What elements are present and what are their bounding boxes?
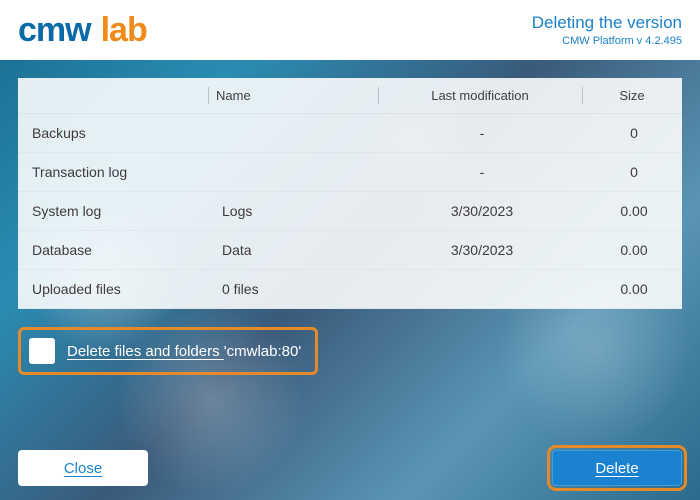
cell-size: 0.00 [582,270,682,309]
logo-lab: lab [101,11,147,50]
delete-button[interactable]: Delete [552,450,682,486]
header: cmw lab Deleting the version CMW Platfor… [0,0,700,60]
table-row: Transaction log - 0 [18,153,682,192]
col-size: Size [582,78,682,114]
cell-category: Uploaded files [18,270,208,309]
cell-size: 0 [582,153,682,192]
cell-name: 0 files [208,270,378,309]
cell-last-mod: 3/30/2023 [378,192,582,231]
version-label: CMW Platform v 4.2.495 [532,35,682,47]
table-row: Uploaded files 0 files 0.00 [18,270,682,309]
cell-last-mod: - [378,114,582,153]
cell-category: System log [18,192,208,231]
cell-name: Logs [208,192,378,231]
cell-category: Database [18,231,208,270]
cell-size: 0 [582,114,682,153]
col-category [18,78,208,114]
table-row: System log Logs 3/30/2023 0.00 [18,192,682,231]
footer: Close Delete [18,450,682,486]
cell-last-mod: - [378,153,582,192]
cell-name [208,153,378,192]
col-last-mod: Last modification [378,78,582,114]
checkbox-box[interactable] [29,338,55,364]
cell-last-mod [378,270,582,309]
table-row: Backups - 0 [18,114,682,153]
checkbox-label: Delete files and folders 'cmwlab:80' [67,343,301,360]
logo-cmw: cmw [18,11,91,50]
logo: cmw lab [18,11,147,50]
cell-size: 0.00 [582,192,682,231]
delete-files-checkbox[interactable]: Delete files and folders 'cmwlab:80' [18,327,318,375]
checkbox-text: Delete files and folders [67,343,224,360]
cell-name: Data [208,231,378,270]
version-table: Name Last modification Size Backups - 0 … [18,78,682,309]
cell-last-mod: 3/30/2023 [378,231,582,270]
header-right: Deleting the version CMW Platform v 4.2.… [532,13,682,47]
cell-name [208,114,378,153]
col-name: Name [208,78,378,114]
page-title: Deleting the version [532,13,682,33]
close-button[interactable]: Close [18,450,148,486]
content: Name Last modification Size Backups - 0 … [0,60,700,387]
cell-category: Transaction log [18,153,208,192]
cell-size: 0.00 [582,231,682,270]
checkbox-instance: 'cmwlab:80' [224,343,301,360]
cell-category: Backups [18,114,208,153]
table-row: Database Data 3/30/2023 0.00 [18,231,682,270]
